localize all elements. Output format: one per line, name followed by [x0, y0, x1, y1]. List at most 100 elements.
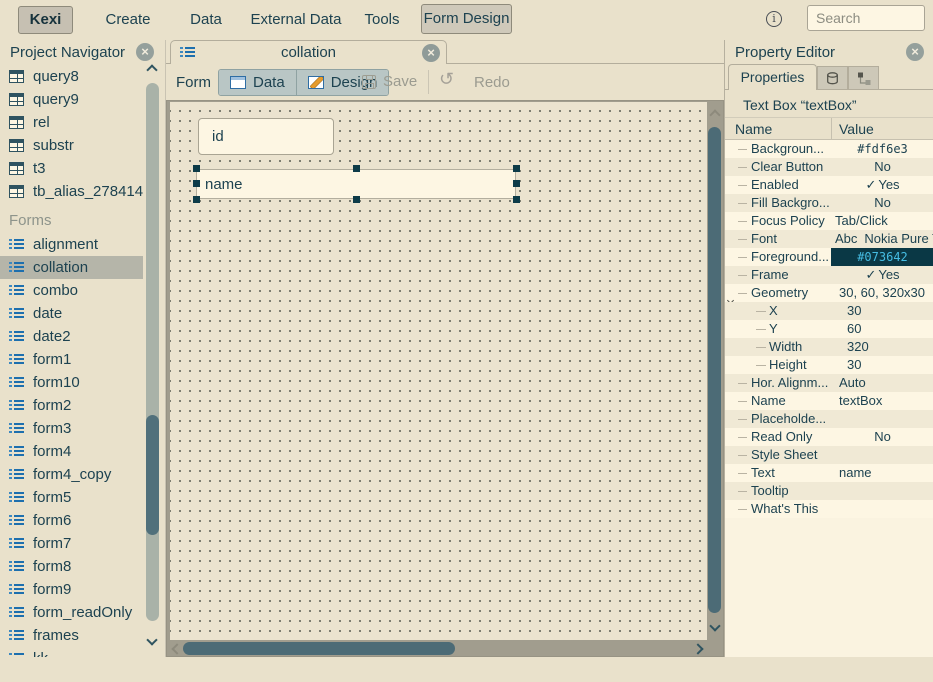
navigator-item-form4-copy[interactable]: form4_copy	[0, 463, 143, 486]
menu-tools[interactable]: Tools	[358, 11, 406, 28]
navigator-item-form7[interactable]: form7	[0, 532, 143, 555]
resize-handle[interactable]	[513, 180, 520, 187]
sidebar-scrollbar-thumb[interactable]	[146, 415, 159, 535]
undo-icon[interactable]: ↺	[439, 69, 454, 90]
menu-form-design[interactable]: Form Design	[421, 4, 512, 34]
property-row-background[interactable]: Backgroun... #fdf6e3	[725, 140, 933, 158]
navigator-item-date2[interactable]: date2	[0, 325, 143, 348]
form-icon	[9, 261, 24, 274]
property-row-fill-background[interactable]: Fill Backgro... No	[725, 194, 933, 212]
column-divider[interactable]	[831, 118, 832, 140]
name-column-header: Name	[735, 121, 772, 137]
navigator-item-tb-alias[interactable]: tb_alias_278414	[0, 180, 143, 203]
property-editor-title: Property Editor	[735, 44, 835, 61]
navigator-item-form10[interactable]: form10	[0, 371, 143, 394]
selected-value-cell[interactable]: #073642	[831, 248, 933, 266]
menu-create[interactable]: Create	[97, 11, 159, 28]
kexi-menu-button[interactable]: Kexi	[18, 6, 73, 34]
sidebar-scrollbar-track[interactable]	[146, 83, 159, 621]
scroll-left-icon[interactable]	[171, 643, 182, 654]
form-icon	[9, 514, 24, 527]
navigator-item-form3[interactable]: form3	[0, 417, 143, 440]
resize-handle[interactable]	[513, 165, 520, 172]
navigator-item-form8[interactable]: form8	[0, 555, 143, 578]
navigator-item-form5[interactable]: form5	[0, 486, 143, 509]
navigator-item-frames[interactable]: frames	[0, 624, 143, 647]
tab-widget-tree[interactable]	[848, 66, 879, 90]
property-row-height[interactable]: Height 30	[725, 356, 933, 374]
scroll-right-icon[interactable]	[692, 643, 703, 654]
navigator-item-rel[interactable]: rel	[0, 111, 143, 134]
navigator-item-collation[interactable]: collation	[0, 256, 143, 279]
property-row-foreground[interactable]: Foreground... #073642	[725, 248, 933, 266]
textbox-id[interactable]: id	[198, 118, 334, 155]
resize-handle[interactable]	[193, 196, 200, 203]
close-tab-icon[interactable]: ×	[422, 44, 440, 62]
save-button[interactable]: Save	[362, 73, 417, 90]
navigator-item-form4[interactable]: form4	[0, 440, 143, 463]
property-row-y[interactable]: Y 60	[725, 320, 933, 338]
scroll-up-icon[interactable]	[146, 64, 157, 75]
textbox-name[interactable]: name	[196, 169, 516, 199]
vertical-scrollbar-thumb[interactable]	[708, 127, 721, 613]
scroll-down-icon[interactable]	[146, 634, 157, 645]
navigator-item-t3[interactable]: t3	[0, 157, 143, 180]
property-row-text[interactable]: Text name	[725, 464, 933, 482]
property-row-font[interactable]: Font AbcNokia Pure Tex	[725, 230, 933, 248]
form-icon	[9, 560, 24, 573]
navigator-item-form2[interactable]: form2	[0, 394, 143, 417]
property-row-frame[interactable]: Frame ✓Yes	[725, 266, 933, 284]
navigator-item-substr[interactable]: substr	[0, 134, 143, 157]
collapse-icon[interactable]	[728, 290, 735, 297]
property-row-focus-policy[interactable]: Focus Policy Tab/Click	[725, 212, 933, 230]
menu-data[interactable]: Data	[181, 11, 231, 28]
property-row-whats-this[interactable]: What's This	[725, 500, 933, 518]
check-icon: ✓	[865, 267, 876, 282]
document-area: collation × Form Data Design Save ↺ Redo…	[166, 40, 724, 657]
data-view-button[interactable]: Data	[219, 70, 296, 95]
scroll-up-icon[interactable]	[709, 109, 720, 120]
resize-handle[interactable]	[353, 165, 360, 172]
property-row-width[interactable]: Width 320	[725, 338, 933, 356]
toolbar-separator	[428, 70, 429, 94]
table-icon	[9, 139, 24, 152]
property-row-x[interactable]: X 30	[725, 302, 933, 320]
search-input[interactable]	[807, 5, 925, 31]
resize-handle[interactable]	[193, 165, 200, 172]
tab-properties[interactable]: Properties	[728, 64, 817, 90]
property-row-name[interactable]: Name textBox	[725, 392, 933, 410]
tab-data-source[interactable]	[817, 66, 848, 90]
close-icon[interactable]: ×	[906, 43, 924, 61]
navigator-item-query9[interactable]: query9	[0, 88, 143, 111]
property-row-tooltip[interactable]: Tooltip	[725, 482, 933, 500]
form-icon	[9, 307, 24, 320]
horizontal-scrollbar-thumb[interactable]	[183, 642, 455, 655]
resize-handle[interactable]	[193, 180, 200, 187]
tab-collation[interactable]: collation ×	[170, 40, 447, 64]
close-icon[interactable]: ×	[136, 43, 154, 61]
scroll-down-icon[interactable]	[709, 620, 720, 631]
navigator-item-form1[interactable]: form1	[0, 348, 143, 371]
navigator-item-query8[interactable]: query8	[0, 65, 143, 88]
info-icon[interactable]: i	[766, 11, 782, 27]
redo-button[interactable]: Redo	[474, 74, 510, 91]
property-row-geometry[interactable]: Geometry 30, 60, 320x30	[725, 284, 933, 302]
navigator-item-form9[interactable]: form9	[0, 578, 143, 601]
property-row-read-only[interactable]: Read Only No	[725, 428, 933, 446]
form-design-canvas[interactable]: id name	[170, 102, 707, 640]
property-row-enabled[interactable]: Enabled ✓Yes	[725, 176, 933, 194]
navigator-item-alignment[interactable]: alignment	[0, 233, 143, 256]
resize-handle[interactable]	[353, 196, 360, 203]
navigator-item-combo[interactable]: combo	[0, 279, 143, 302]
property-row-hor-alignment[interactable]: Hor. Alignm... Auto	[725, 374, 933, 392]
navigator-item-form6[interactable]: form6	[0, 509, 143, 532]
menu-external-data[interactable]: External Data	[250, 11, 342, 28]
property-row-style-sheet[interactable]: Style Sheet	[725, 446, 933, 464]
property-row-placeholder[interactable]: Placeholde...	[725, 410, 933, 428]
resize-handle[interactable]	[513, 196, 520, 203]
table-icon	[9, 185, 24, 198]
navigator-item-clipped[interactable]: kk	[0, 647, 143, 657]
property-row-clear-button[interactable]: Clear Button No	[725, 158, 933, 176]
navigator-item-date[interactable]: date	[0, 302, 143, 325]
navigator-item-form-readonly[interactable]: form_readOnly	[0, 601, 143, 624]
